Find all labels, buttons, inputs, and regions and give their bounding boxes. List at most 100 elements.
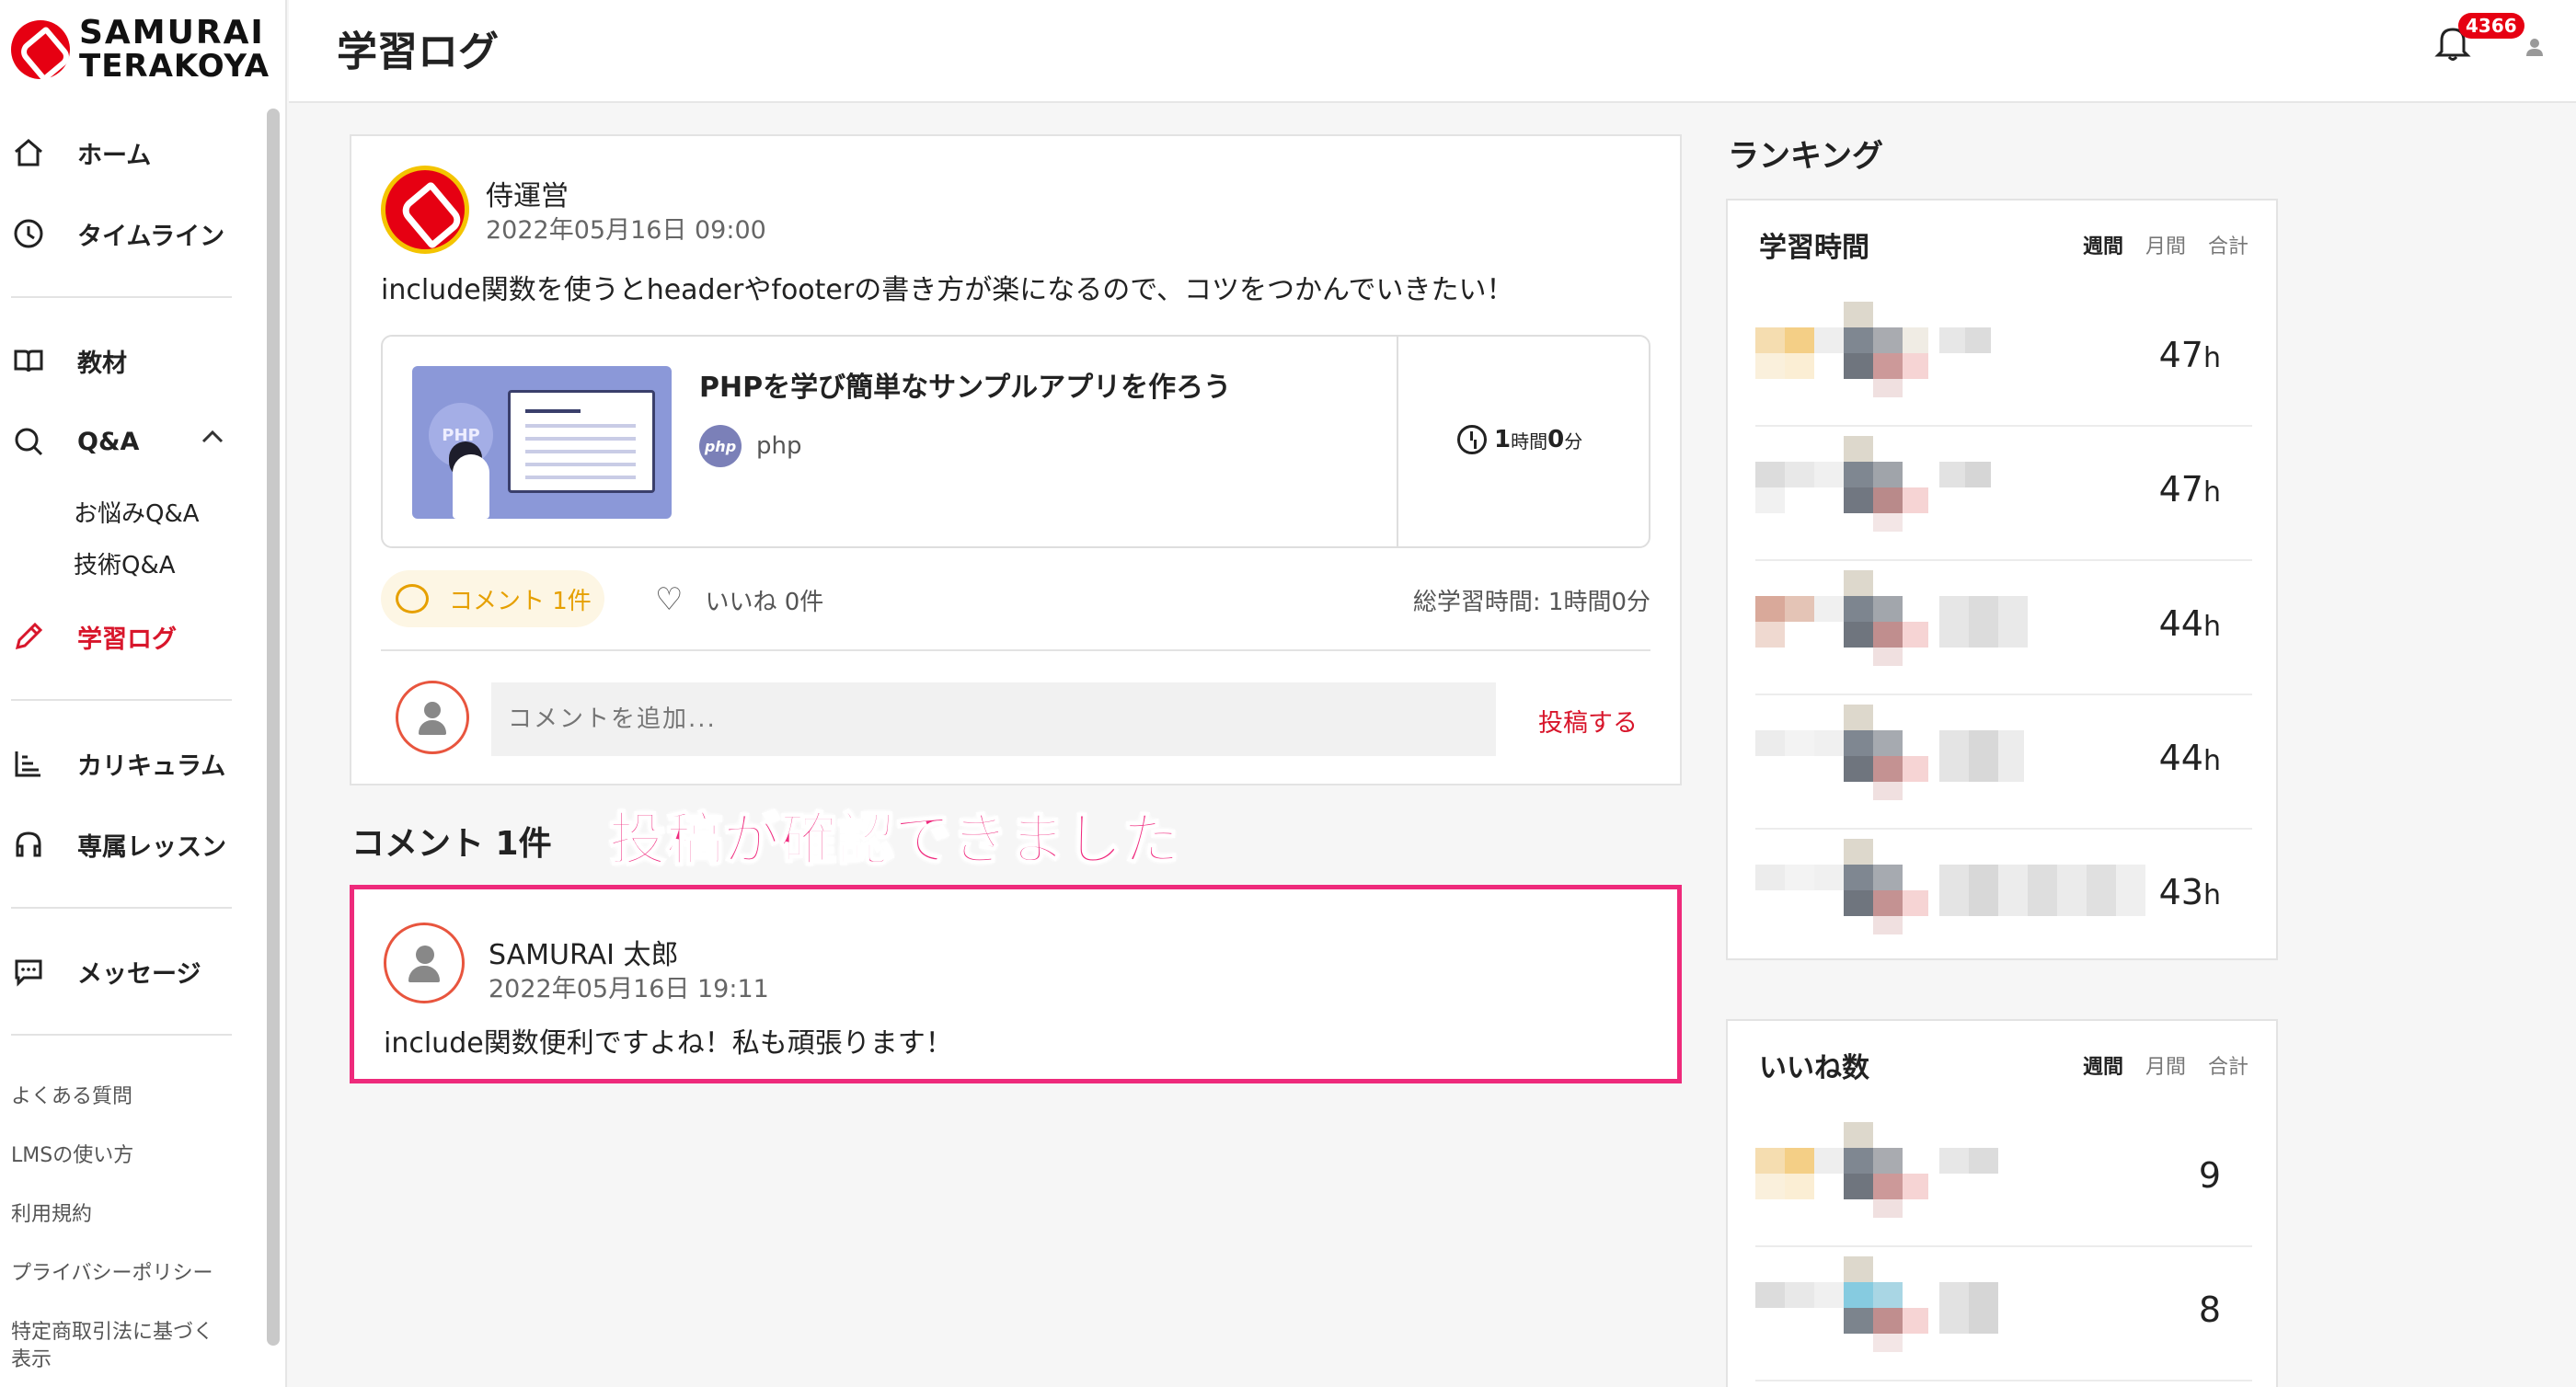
person-body-illustration bbox=[453, 454, 489, 519]
logo-line1: SAMURAI bbox=[79, 14, 265, 52]
submit-comment-button[interactable]: 投稿する bbox=[1538, 703, 1638, 739]
footer-link-terms[interactable]: 利用規約 bbox=[11, 1201, 241, 1229]
footer-link-privacy[interactable]: プライバシーポリシー bbox=[11, 1260, 241, 1288]
post-divider bbox=[381, 649, 1650, 651]
sidebar-item-qa[interactable]: Q&A bbox=[11, 414, 139, 469]
heart-icon: ♡ bbox=[655, 581, 684, 618]
blurred-user-avatar bbox=[1755, 1122, 1998, 1218]
rank-value: 44h bbox=[2158, 603, 2221, 644]
ranking-row[interactable]: 47h bbox=[1755, 427, 2252, 561]
time-hours-unit: 時間 bbox=[1511, 430, 1548, 453]
course-thumbnail: PHP bbox=[412, 366, 672, 519]
sidebar-subitem-worries-qa[interactable]: お悩みQ&A bbox=[74, 495, 200, 529]
tab-weekly[interactable]: 週間 bbox=[2083, 230, 2123, 259]
like-button[interactable]: ♡ いいね 0件 bbox=[655, 581, 823, 618]
ranking-row[interactable]: 44h bbox=[1755, 561, 2252, 695]
page-title: 学習ログ bbox=[337, 29, 499, 75]
footer-link-faq[interactable]: よくある質問 bbox=[11, 1083, 241, 1111]
search-icon bbox=[11, 424, 46, 459]
pencil-icon bbox=[11, 619, 46, 654]
sidebar-item-label: Q&A bbox=[77, 427, 140, 456]
comment-author[interactable]: SAMURAI 太郎 bbox=[489, 932, 679, 972]
monitor-illustration bbox=[508, 390, 655, 493]
tab-monthly[interactable]: 月間 bbox=[2145, 230, 2186, 259]
course-study-time: 1 時間 0 分 bbox=[1457, 425, 1582, 454]
ranking-card-title: 学習時間 bbox=[1759, 232, 1869, 264]
course-title[interactable]: PHPを学び簡単なサンプルアプリを作ろう bbox=[699, 364, 1231, 405]
sidebar-item-messages[interactable]: メッセージ bbox=[11, 944, 201, 999]
post-date: 2022年05月16日 09:00 bbox=[486, 216, 766, 245]
course-card[interactable]: PHP PHPを学び簡単なサンプルアプリを作ろう php php 1 時間 0 … bbox=[381, 335, 1650, 548]
sidebar-item-study-log[interactable]: 学習ログ bbox=[11, 609, 177, 664]
sidebar-divider bbox=[11, 907, 232, 909]
sidebar-subitem-tech-qa[interactable]: 技術Q&A bbox=[74, 546, 176, 580]
ranking-row[interactable]: 43h bbox=[1755, 830, 2252, 964]
ranking-study-time-card: 学習時間 週間 月間 合計 47h 47h 44h 44h 43h bbox=[1726, 199, 2278, 960]
sidebar-item-materials[interactable]: 教材 bbox=[11, 333, 127, 388]
footer-link-lms-guide[interactable]: LMSの使い方 bbox=[11, 1142, 241, 1170]
sidebar-item-home[interactable]: ホーム bbox=[11, 125, 151, 180]
ranking-row[interactable]: 44h bbox=[1755, 695, 2252, 830]
logo[interactable]: SAMURAI TERAKOYA bbox=[11, 13, 270, 86]
sidebar: SAMURAI TERAKOYA ホーム タイムライン 教材 Q&A お悩みQ&… bbox=[0, 0, 287, 1387]
time-hours: 1 bbox=[1494, 426, 1512, 453]
ranking-heading: ランキング bbox=[1728, 138, 1883, 175]
sidebar-divider bbox=[11, 699, 232, 701]
ranking-row[interactable]: 9 bbox=[1755, 1113, 2252, 1247]
author-avatar[interactable] bbox=[381, 166, 469, 254]
tab-monthly[interactable]: 月間 bbox=[2145, 1050, 2186, 1080]
comment-body: include関数便利ですよね！私も頑張ります！ bbox=[384, 1027, 953, 1060]
blurred-user-avatar bbox=[1755, 705, 2024, 800]
comment-input[interactable] bbox=[491, 682, 1496, 756]
sidebar-item-timeline[interactable]: タイムライン bbox=[11, 206, 224, 261]
footer-link-commerce-law[interactable]: 特定商取引法に基づく表示 bbox=[11, 1319, 232, 1374]
total-study-time: 総学習時間: 1時間0分 bbox=[1412, 589, 1650, 616]
comment-date: 2022年05月16日 19:11 bbox=[489, 975, 769, 1003]
annotation-caption: 投稿が確認できました bbox=[608, 805, 1180, 874]
sidebar-divider bbox=[11, 296, 232, 298]
comment-count: コメント 1件 bbox=[449, 587, 592, 615]
post-body: include関数を使うとheaderやfooterの書き方が楽になるので、コツ… bbox=[381, 274, 1514, 306]
tab-total[interactable]: 合計 bbox=[2208, 230, 2248, 259]
sidebar-item-curriculum[interactable]: カリキュラム bbox=[11, 736, 225, 791]
ranking-period-tabs: 週間 月間 合計 bbox=[2083, 1050, 2248, 1080]
sidebar-item-label: ホーム bbox=[77, 141, 152, 170]
rank-value: 9 bbox=[2198, 1155, 2221, 1196]
course-tag: php bbox=[756, 432, 802, 460]
comments-heading: コメント 1件 bbox=[351, 825, 552, 863]
blurred-user-avatar bbox=[1755, 436, 1991, 532]
sidebar-item-label: 学習ログ bbox=[77, 625, 177, 654]
sidebar-item-private-lesson[interactable]: 専属レッスン bbox=[11, 817, 226, 872]
ranking-row[interactable]: 8 bbox=[1755, 1247, 2252, 1381]
sidebar-divider bbox=[11, 1034, 232, 1036]
notification-badge: 4366 bbox=[2458, 13, 2524, 39]
message-icon bbox=[11, 954, 46, 989]
sidebar-item-label: 専属レッスン bbox=[77, 832, 226, 862]
top-header: 学習ログ 4366 bbox=[289, 0, 2576, 103]
user-menu-icon[interactable] bbox=[2524, 37, 2545, 57]
ranking-card-title: いいね数 bbox=[1759, 1052, 1869, 1084]
like-count: いいね 0件 bbox=[705, 588, 824, 616]
study-log-post: 侍運営 2022年05月16日 09:00 include関数を使うとheade… bbox=[350, 134, 1682, 785]
rank-value: 47h bbox=[2158, 469, 2221, 510]
rank-value: 44h bbox=[2158, 738, 2221, 778]
post-author[interactable]: 侍運営 bbox=[486, 173, 569, 213]
tab-weekly[interactable]: 週間 bbox=[2083, 1050, 2123, 1080]
sidebar-item-label: 教材 bbox=[77, 349, 127, 378]
blurred-user-avatar bbox=[1755, 1256, 1998, 1352]
headset-icon bbox=[11, 827, 46, 862]
blurred-user-avatar bbox=[1755, 302, 1991, 397]
blurred-user-avatar bbox=[1755, 839, 2145, 934]
comment-item: SAMURAI 太郎 2022年05月16日 19:11 include関数便利… bbox=[350, 885, 1682, 1083]
commenter-avatar[interactable] bbox=[384, 923, 465, 1003]
clock-icon bbox=[11, 216, 46, 251]
sidebar-scrollbar[interactable] bbox=[267, 109, 280, 1346]
tab-total[interactable]: 合計 bbox=[2208, 1050, 2248, 1080]
comment-bubble-icon bbox=[396, 584, 429, 613]
chevron-up-icon[interactable] bbox=[201, 425, 224, 451]
logo-mark-icon bbox=[11, 20, 70, 79]
ranking-row[interactable]: 47h bbox=[1755, 292, 2252, 427]
clock-icon bbox=[1457, 425, 1487, 454]
home-icon bbox=[11, 135, 46, 170]
comment-button[interactable]: コメント 1件 bbox=[381, 570, 604, 627]
